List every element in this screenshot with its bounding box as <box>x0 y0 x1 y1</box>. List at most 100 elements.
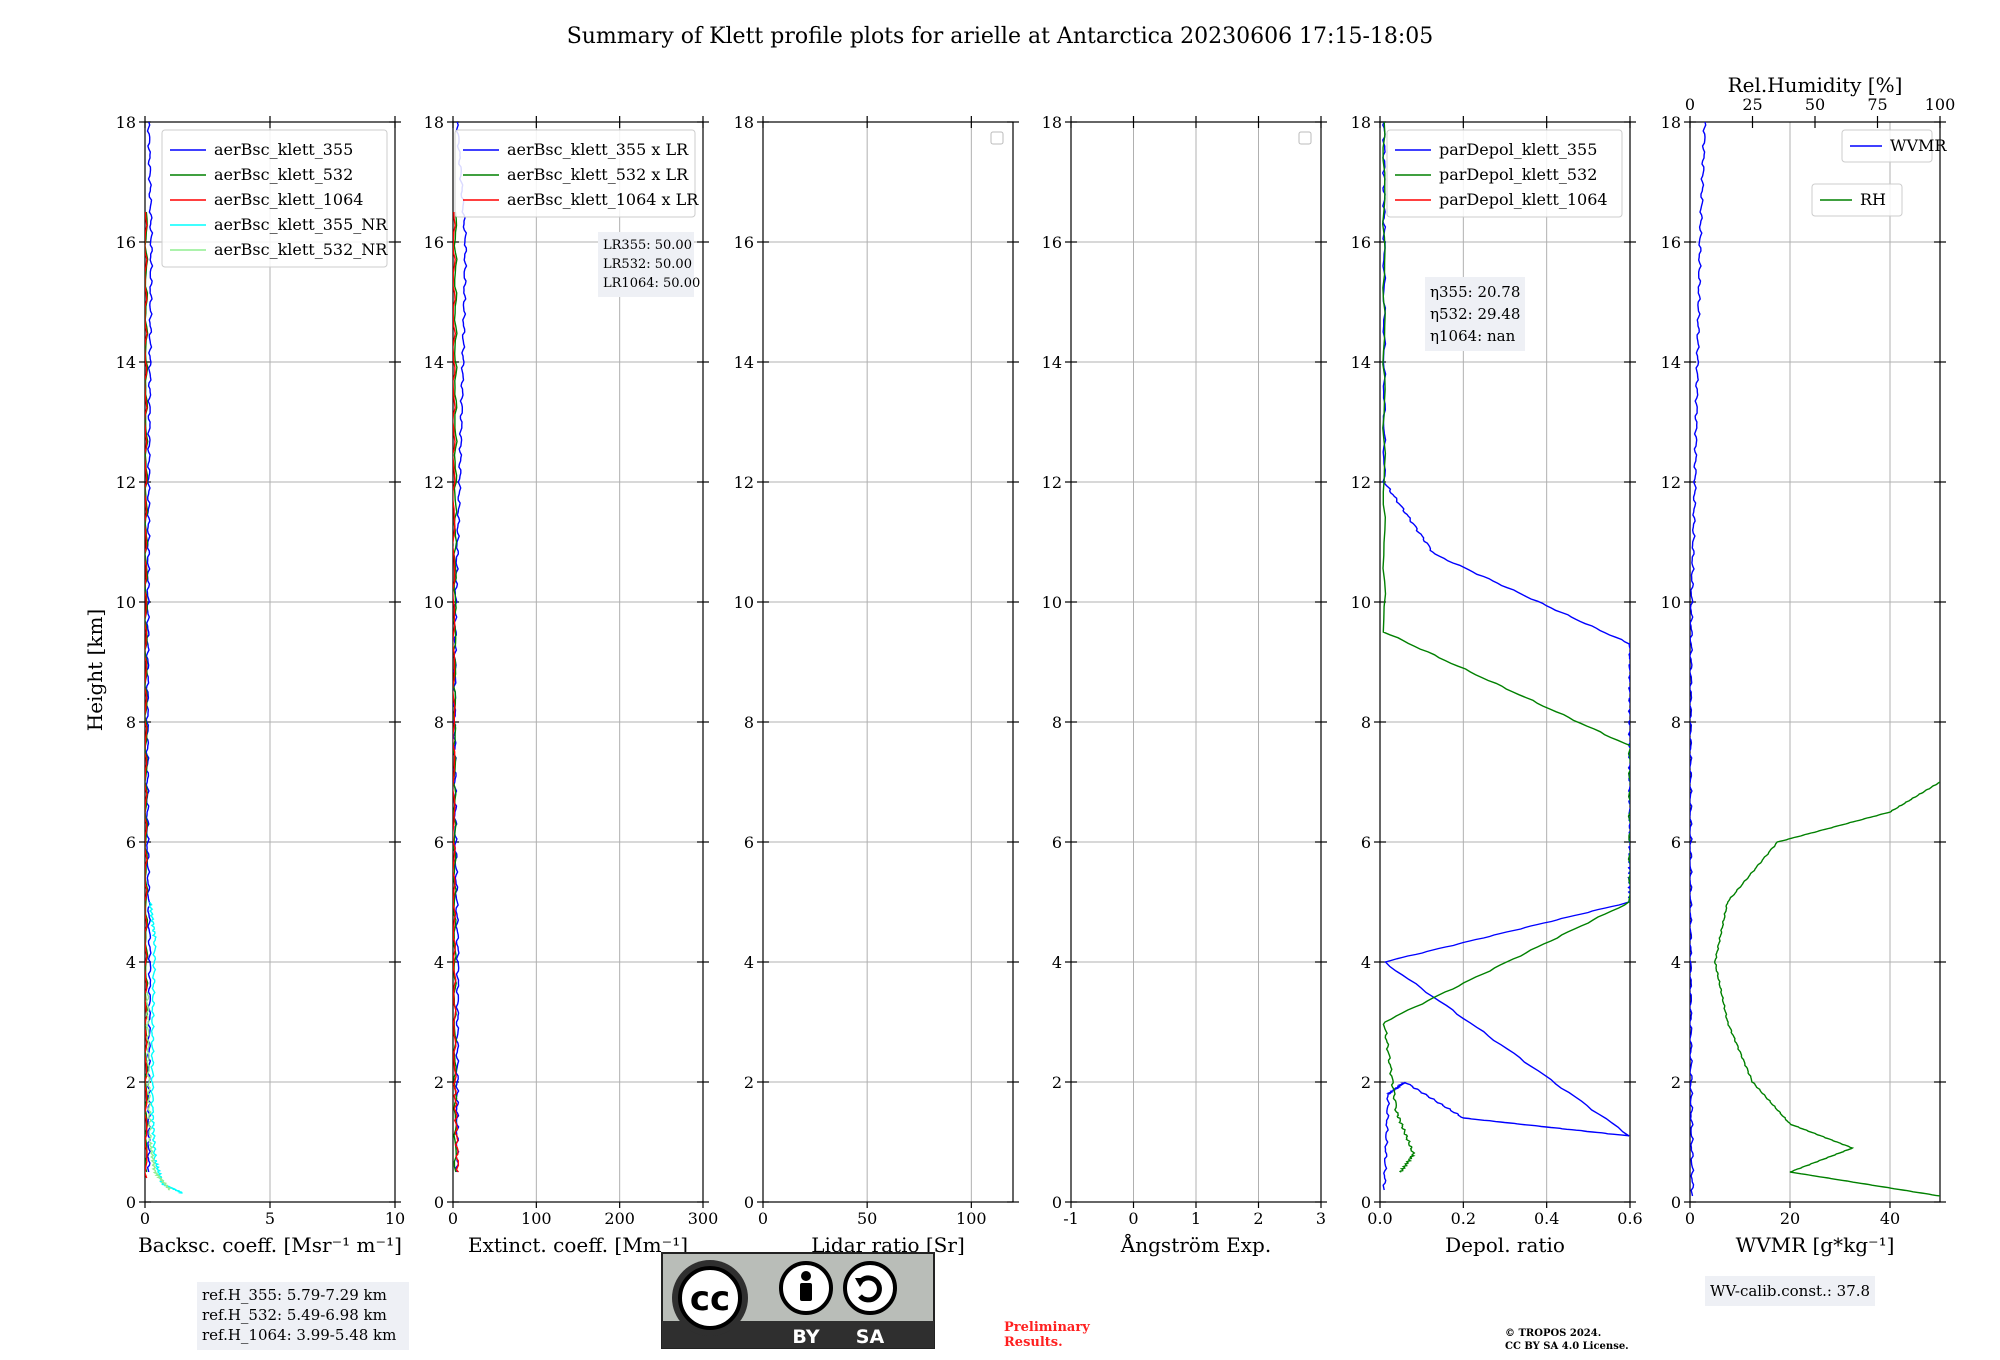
y-tick-label: 18 <box>1351 113 1371 132</box>
legend-label: parDepol_klett_532 <box>1439 165 1597 184</box>
x-tick-label: 0 <box>448 1209 458 1228</box>
legend-label: parDepol_klett_355 <box>1439 140 1597 159</box>
legend-label: parDepol_klett_1064 <box>1439 190 1608 209</box>
y-tick-label: 14 <box>116 353 136 372</box>
x-tick-label: 0 <box>140 1209 150 1228</box>
y-tick-label: 18 <box>1661 113 1681 132</box>
y-tick-label: 8 <box>744 713 754 732</box>
y-tick-label: 6 <box>1361 833 1371 852</box>
series-line-aerBsc_klett_355_NR <box>148 902 183 1194</box>
info-text: LR355: 50.00 <box>603 238 692 253</box>
x2-tick-label: 25 <box>1742 95 1762 114</box>
legend-label: WVMR <box>1890 136 1947 155</box>
cc-license-badge: cc BY SA <box>661 1252 935 1349</box>
y-tick-label: 2 <box>1361 1073 1371 1092</box>
info-text: ref.H_355: 5.79-7.29 km <box>202 1286 387 1304</box>
x-tick-label: 100 <box>956 1209 987 1228</box>
x-axis-label: Extinct. coeff. [Mm⁻¹] <box>468 1233 688 1257</box>
x-axis-label: Backsc. coeff. [Msr⁻¹ m⁻¹] <box>138 1233 402 1257</box>
y-tick-label: 12 <box>424 473 444 492</box>
legend-label: RH <box>1860 190 1886 209</box>
y-tick-label: 4 <box>434 953 444 972</box>
x-tick-label: 0 <box>1685 1209 1695 1228</box>
copyright-line2: CC BY SA 4.0 License. <box>1505 1341 1629 1352</box>
y-tick-label: 18 <box>734 113 754 132</box>
x-tick-label: 100 <box>521 1209 552 1228</box>
y-tick-label: 16 <box>424 233 444 252</box>
empty-legend-box <box>990 131 1004 145</box>
panel-6: 0246810121416180 20 40WVMR [g*kg⁻¹]0 25 50 75… <box>1661 73 1955 1306</box>
y-tick-label: 4 <box>1671 953 1681 972</box>
y-tick-label: 10 <box>734 593 754 612</box>
y-tick-label: 6 <box>1671 833 1681 852</box>
y-tick-label: 12 <box>1661 473 1681 492</box>
y-tick-label: 12 <box>734 473 754 492</box>
y-tick-label: 14 <box>1661 353 1681 372</box>
x2-tick-label: 0 <box>1685 95 1695 114</box>
legend-label: aerBsc_klett_532 <box>214 165 353 184</box>
y-tick-label: 16 <box>1661 233 1681 252</box>
x-axis-label: WVMR [g*kg⁻¹] <box>1736 1233 1895 1257</box>
y-tick-label: 12 <box>116 473 136 492</box>
y-tick-label: 0 <box>1052 1193 1062 1212</box>
y-tick-label: 4 <box>126 953 136 972</box>
y-tick-label: 4 <box>1052 953 1062 972</box>
y-tick-label: 2 <box>1052 1073 1062 1092</box>
y-tick-label: 14 <box>1042 353 1062 372</box>
x-tick-label: 0 <box>758 1209 768 1228</box>
by-label: BY <box>792 1326 819 1348</box>
info-text: LR1064: 50.00 <box>603 276 700 291</box>
info-text: WV-calib.const.: 37.8 <box>1710 1282 1870 1300</box>
x-axis-label: Depol. ratio <box>1445 1233 1565 1257</box>
y-tick-label: 2 <box>126 1073 136 1092</box>
figure-title: Summary of Klett profile plots for ariel… <box>567 24 1434 49</box>
y-tick-label: 16 <box>1042 233 1062 252</box>
panel-2: 0 2 4 6 8 10 12 14 16 18 0 100 200 300Extinct. coeff.… <box>424 113 719 1257</box>
y-tick-label: 8 <box>1361 713 1371 732</box>
y-tick-label: 2 <box>744 1073 754 1092</box>
y-tick-label: 0 <box>434 1193 444 1212</box>
y-tick-label: 8 <box>1052 713 1062 732</box>
x-tick-label: 0.0 <box>1367 1209 1392 1228</box>
x-axis-label: Ångström Exp. <box>1120 1232 1271 1257</box>
legend-label: aerBsc_klett_532_NR <box>214 240 388 259</box>
y-tick-label: 8 <box>126 713 136 732</box>
legend-label: aerBsc_klett_1064 <box>214 190 363 209</box>
x-tick-label: 0 <box>1128 1209 1138 1228</box>
info-text: η1064: nan <box>1430 327 1516 345</box>
x2-tick-label: 50 <box>1805 95 1825 114</box>
y-tick-label: 0 <box>744 1193 754 1212</box>
x2-axis-label: Rel.Humidity [%] <box>1728 73 1903 97</box>
y-tick-label: 12 <box>1351 473 1371 492</box>
y-tick-label: 0 <box>126 1193 136 1212</box>
x-tick-label: 1 <box>1191 1209 1201 1228</box>
legend-label: aerBsc_klett_355_NR <box>214 215 388 234</box>
legend-label: aerBsc_klett_355 <box>214 140 353 159</box>
y-tick-label: 6 <box>744 833 754 852</box>
y-tick-label: 14 <box>424 353 444 372</box>
y-tick-label: 0 <box>1671 1193 1681 1212</box>
y-tick-label: 16 <box>116 233 136 252</box>
y-tick-label: 6 <box>434 833 444 852</box>
x-tick-label: 5 <box>265 1209 275 1228</box>
y-tick-label: 16 <box>734 233 754 252</box>
info-text: LR532: 50.00 <box>603 257 692 272</box>
plot-frame <box>1689 121 1941 1203</box>
panel-3: 0246810121416180 50 100Lidar ratio [Sr] <box>734 113 1019 1257</box>
legend-label: aerBsc_klett_1064 x LR <box>507 190 699 209</box>
y-tick-label: 18 <box>424 113 444 132</box>
sa-label: SA <box>856 1326 885 1348</box>
y-tick-label: 6 <box>1052 833 1062 852</box>
info-text: ref.H_532: 5.49-6.98 km <box>202 1306 387 1324</box>
x-tick-label: 3 <box>1316 1209 1326 1228</box>
y-tick-label: 10 <box>1661 593 1681 612</box>
klett-summary-figure: Summary of Klett profile plots for ariel… <box>83 24 1955 1352</box>
y-axis-label: Height [km] <box>83 609 107 731</box>
x-tick-label: 0.2 <box>1451 1209 1476 1228</box>
y-tick-label: 10 <box>1042 593 1062 612</box>
y-tick-label: 16 <box>1351 233 1371 252</box>
x-tick-label: 10 <box>385 1209 405 1228</box>
by-person-icon <box>779 1261 833 1315</box>
panel-5: 0246810121416180.0 0.2 0.4 0.6Depol. ratiop… <box>1351 113 1643 1257</box>
cc-logo-text: cc <box>690 1279 730 1319</box>
